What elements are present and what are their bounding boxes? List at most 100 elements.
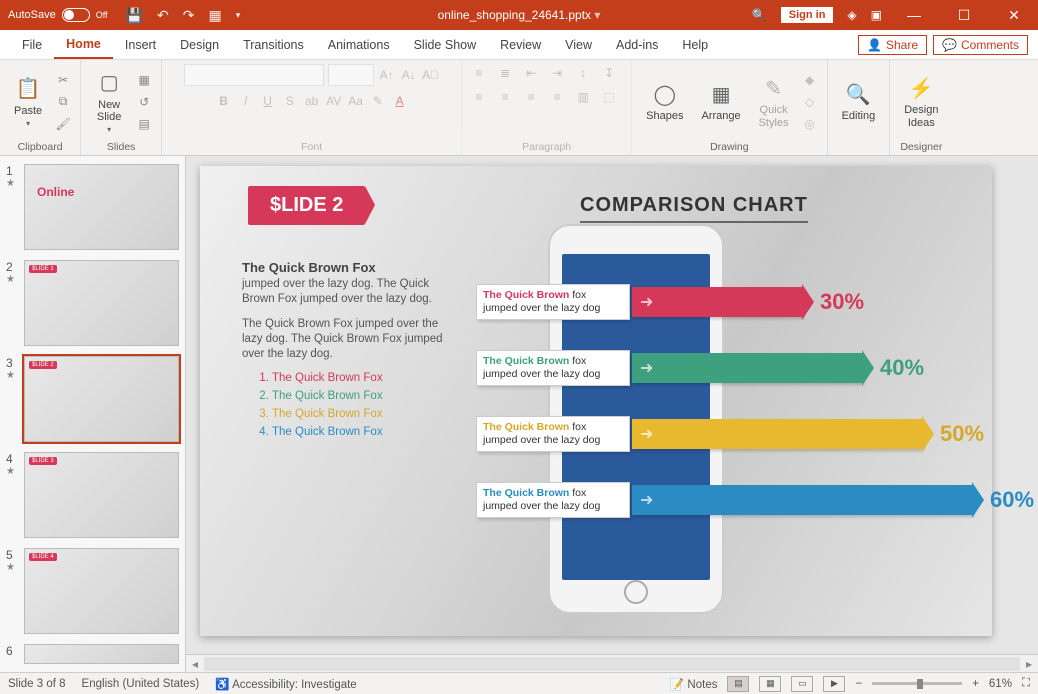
tab-slideshow[interactable]: Slide Show	[402, 30, 489, 59]
cut-icon[interactable]: ✂	[54, 71, 72, 89]
bar-row[interactable]: The Quick Brown fox jumped over the lazy…	[476, 412, 984, 456]
slide-thumb[interactable]: 1★Online	[6, 164, 179, 250]
qat-dropdown-icon[interactable]: ▾	[236, 10, 241, 21]
share-button[interactable]: 👤Share	[858, 35, 927, 55]
bar-row[interactable]: The Quick Brown fox jumped over the lazy…	[476, 346, 924, 390]
language-status[interactable]: English (United States)	[82, 678, 200, 690]
slide-thumb[interactable]: 2★$LIDE 1	[6, 260, 179, 346]
undo-icon[interactable]: ↶	[157, 7, 169, 24]
zoom-slider[interactable]	[872, 682, 962, 685]
bold-button[interactable]: B	[215, 92, 233, 110]
diamond-icon[interactable]: ◈	[847, 8, 856, 22]
tab-file[interactable]: File	[10, 30, 54, 59]
save-icon[interactable]: 💾	[126, 7, 143, 24]
minimize-button[interactable]: —	[896, 7, 932, 23]
increase-font-icon[interactable]: A↑	[378, 66, 396, 84]
close-button[interactable]: ✕	[996, 7, 1032, 24]
clear-format-icon[interactable]: A⃠	[422, 66, 440, 84]
editing-button[interactable]: 🔍Editing	[836, 78, 882, 124]
tab-view[interactable]: View	[553, 30, 604, 59]
signin-button[interactable]: Sign in	[781, 7, 834, 23]
canvas[interactable]: $LIDE 2 COMPARISON CHART The Quick Brown…	[186, 156, 1038, 654]
copy-icon[interactable]: ⧉	[54, 93, 72, 111]
slide-thumb[interactable]: 3★$LIDE 2	[6, 356, 179, 442]
numbering-icon[interactable]: ≣	[496, 64, 514, 82]
search-icon[interactable]: 🔍	[752, 8, 767, 22]
notes-button[interactable]: 📝 Notes	[670, 677, 718, 691]
redo-icon[interactable]: ↷	[183, 7, 195, 24]
indent-right-icon[interactable]: ⇥	[548, 64, 566, 82]
quick-styles-button[interactable]: ✎Quick Styles	[753, 72, 795, 130]
decrease-font-icon[interactable]: A↓	[400, 66, 418, 84]
paste-button[interactable]: 📋Paste▾	[8, 73, 48, 130]
font-size-combo[interactable]	[328, 64, 374, 86]
bar-row[interactable]: The Quick Brown fox jumped over the lazy…	[476, 280, 864, 324]
reading-view-icon[interactable]: ▭	[791, 676, 813, 692]
comments-button[interactable]: 💬Comments	[933, 35, 1028, 55]
align-right-icon[interactable]: ≡	[522, 88, 540, 106]
tab-help[interactable]: Help	[670, 30, 720, 59]
indent-left-icon[interactable]: ⇤	[522, 64, 540, 82]
ribbon-mode-icon[interactable]: ▣	[871, 8, 882, 22]
underline-button[interactable]: U	[259, 92, 277, 110]
slide[interactable]: $LIDE 2 COMPARISON CHART The Quick Brown…	[200, 166, 992, 636]
tab-review[interactable]: Review	[488, 30, 553, 59]
zoom-out-icon[interactable]: −	[855, 678, 862, 690]
tab-animations[interactable]: Animations	[316, 30, 402, 59]
font-color-icon[interactable]: A	[391, 92, 409, 110]
format-painter-icon[interactable]: 🖌	[54, 115, 72, 133]
shadow-button[interactable]: ab	[303, 92, 321, 110]
justify-icon[interactable]: ≡	[548, 88, 566, 106]
zoom-in-icon[interactable]: +	[972, 678, 979, 690]
horizontal-scrollbar[interactable]: ◂ ▸	[186, 654, 1038, 672]
align-center-icon[interactable]: ≡	[496, 88, 514, 106]
tab-addins[interactable]: Add-ins	[604, 30, 670, 59]
strike-button[interactable]: S	[281, 92, 299, 110]
slide-thumb[interactable]: 6	[6, 644, 179, 664]
fit-to-window-icon[interactable]: ⛶	[1022, 677, 1030, 690]
autosave-toggle[interactable]	[62, 8, 90, 22]
font-name-combo[interactable]	[184, 64, 324, 86]
slide-badge[interactable]: $LIDE 2	[248, 186, 365, 225]
section-icon[interactable]: ▤	[135, 115, 153, 133]
shape-effects-icon[interactable]: ◎	[801, 115, 819, 133]
tab-design[interactable]: Design	[168, 30, 231, 59]
case-button[interactable]: Aa	[347, 92, 365, 110]
text-direction-icon[interactable]: ↧	[600, 64, 618, 82]
shapes-button[interactable]: ◯Shapes	[640, 78, 689, 124]
scroll-left-icon[interactable]: ◂	[186, 657, 204, 671]
line-spacing-icon[interactable]: ↕	[574, 64, 592, 82]
spacing-button[interactable]: AV	[325, 92, 343, 110]
bar-row[interactable]: The Quick Brown fox jumped over the lazy…	[476, 478, 1034, 522]
new-slide-button[interactable]: ▢New Slide▾	[89, 67, 129, 136]
slide-counter[interactable]: Slide 3 of 8	[8, 678, 66, 690]
columns-icon[interactable]: ▥	[574, 88, 592, 106]
slideshow-view-icon[interactable]: ▶	[823, 676, 845, 692]
sorter-view-icon[interactable]: ▦	[759, 676, 781, 692]
slideshow-icon[interactable]: ▦	[208, 7, 221, 24]
slide-thumb[interactable]: 4★$LIDE 3	[6, 452, 179, 538]
normal-view-icon[interactable]: ▤	[727, 676, 749, 692]
design-ideas-button[interactable]: ⚡Design Ideas	[898, 72, 944, 130]
smartart-icon[interactable]: ⬚	[600, 88, 618, 106]
reset-icon[interactable]: ↺	[135, 93, 153, 111]
shape-outline-icon[interactable]: ◇	[801, 93, 819, 111]
italic-button[interactable]: I	[237, 92, 255, 110]
tab-transitions[interactable]: Transitions	[231, 30, 316, 59]
slide-thumbnails[interactable]: 1★Online 2★$LIDE 1 3★$LIDE 2 4★$LIDE 3 5…	[0, 156, 186, 672]
shape-fill-icon[interactable]: ◆	[801, 71, 819, 89]
bullets-icon[interactable]: ≡	[470, 64, 488, 82]
chart-title[interactable]: COMPARISON CHART	[580, 194, 808, 223]
maximize-button[interactable]: ☐	[946, 7, 982, 24]
autosave[interactable]: AutoSave Off	[0, 8, 116, 22]
layout-icon[interactable]: ▦	[135, 71, 153, 89]
tab-insert[interactable]: Insert	[113, 30, 168, 59]
scroll-right-icon[interactable]: ▸	[1020, 657, 1038, 671]
accessibility-status[interactable]: ♿ Accessibility: Investigate	[215, 677, 357, 691]
tab-home[interactable]: Home	[54, 30, 113, 59]
align-left-icon[interactable]: ≡	[470, 88, 488, 106]
scroll-track[interactable]	[204, 657, 1020, 671]
highlight-icon[interactable]: ✎	[369, 92, 387, 110]
slide-thumb[interactable]: 5★$LIDE 4	[6, 548, 179, 634]
body-text[interactable]: The Quick Brown Fox jumped over the lazy…	[242, 260, 452, 444]
